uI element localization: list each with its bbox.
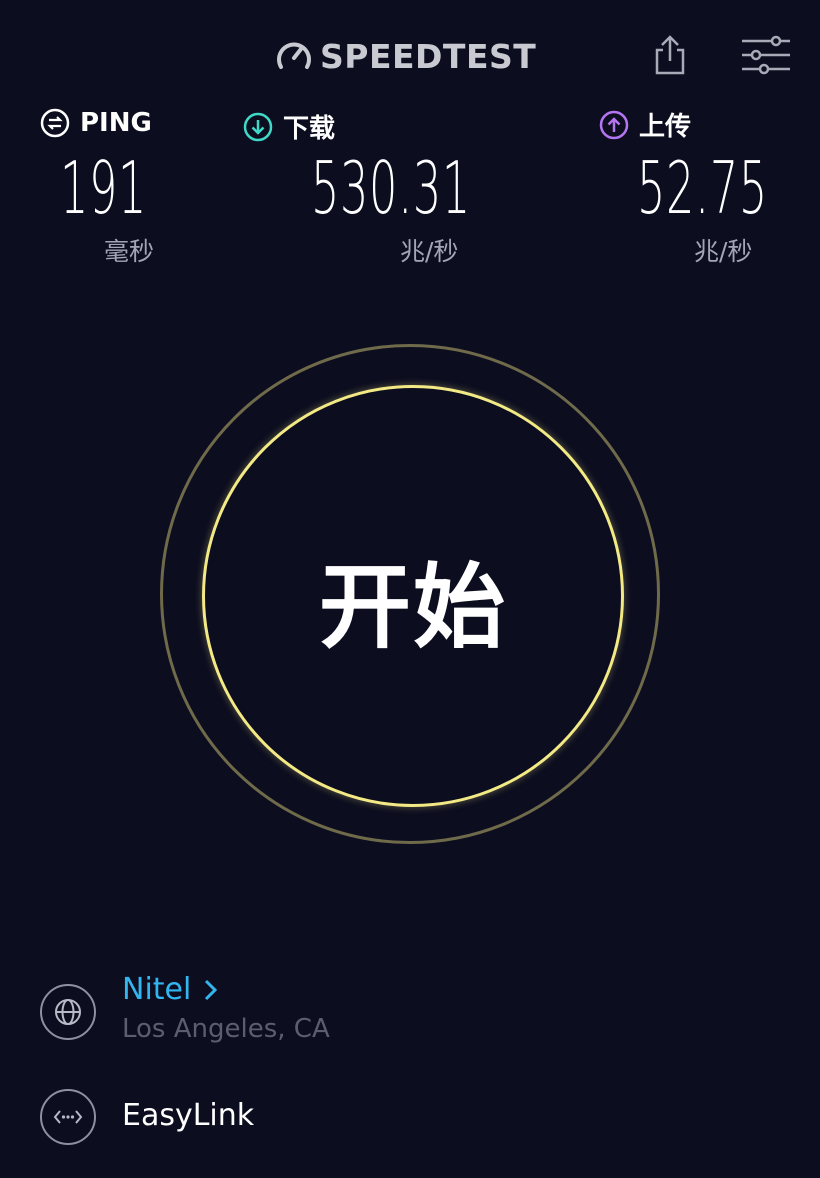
upload-unit: 兆/秒 [694,237,753,266]
speedtest-app: SPEEDTEST PING 191 毫秒 下载 530.31 兆/秒 上传 5… [0,0,820,1178]
share-icon [655,35,685,75]
sliders-icon [742,35,790,75]
provider-globe [40,984,96,1040]
connection-icon-wrap [40,1089,96,1145]
speedtest-logo: SPEEDTEST [274,34,536,78]
download-value: 530.31 [311,146,471,230]
ping-header: PING [40,108,152,138]
go-button-label: 开始 [318,553,507,661]
download-unit: 兆/秒 [400,237,459,266]
share-button[interactable] [644,32,696,78]
upload-header: 上传 [599,106,691,143]
ping-value: 191 [60,146,148,230]
settings-button[interactable] [740,32,792,78]
download-label: 下载 [283,114,336,144]
upload-label: 上传 [639,112,692,142]
gauge-icon [277,42,311,69]
download-arrow-icon [243,112,273,141]
provider-link[interactable]: Nitel [122,972,219,1007]
ping-label: PING [80,108,152,138]
globe-icon [55,999,81,1025]
chevron-right-icon [205,979,218,1000]
upload-arrow-icon [599,110,629,139]
ping-icon [40,108,70,138]
upload-value: 52.75 [637,146,768,230]
provider-name: Nitel [122,972,192,1007]
ping-unit: 毫秒 [104,237,155,266]
download-header: 下载 [243,108,335,145]
go-button[interactable]: 开始 [202,385,624,807]
connection-name: EasyLink [122,1098,255,1133]
logo-text: SPEEDTEST [320,36,537,76]
provider-location: Los Angeles, CA [122,1014,330,1044]
connection-dots-icon [53,1110,83,1124]
